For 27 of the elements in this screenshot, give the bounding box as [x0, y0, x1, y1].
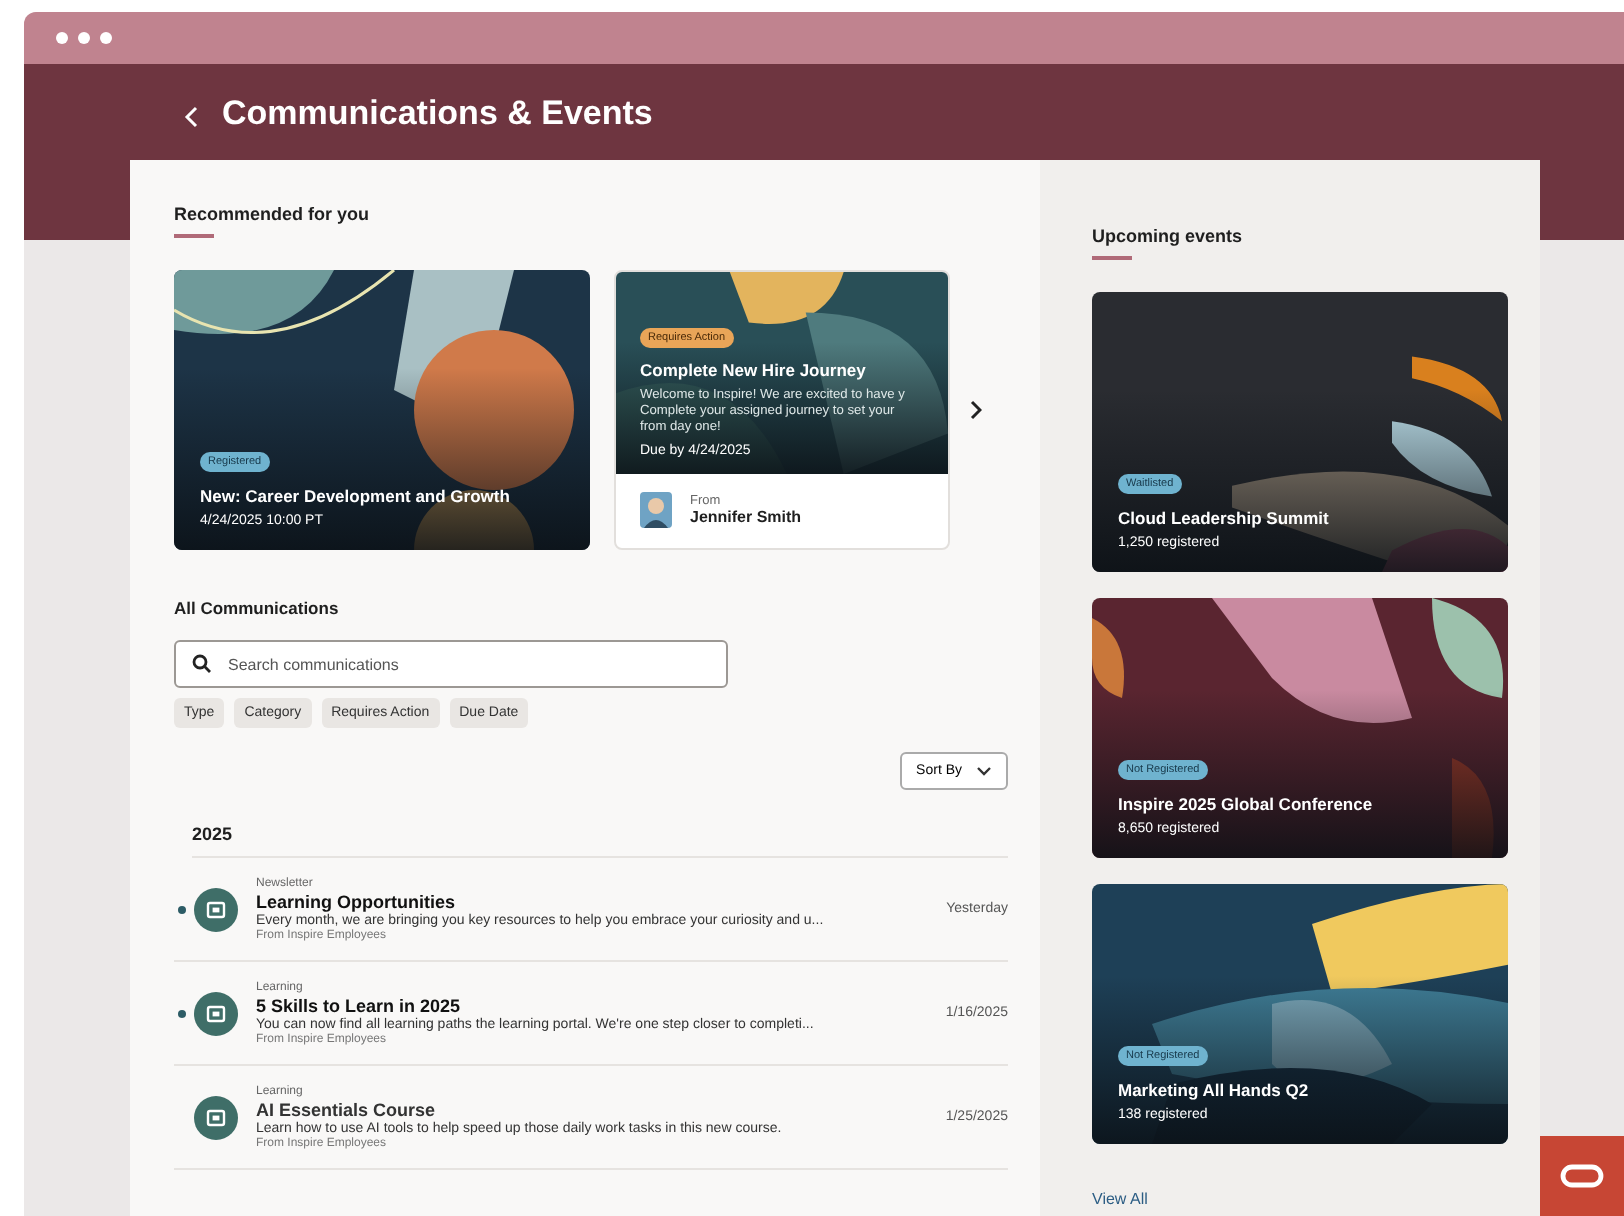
section-heading: All Communications	[174, 598, 341, 618]
event-title: Marketing All Hands Q2	[1118, 1080, 1309, 1100]
back-chevron-icon[interactable]	[184, 106, 198, 128]
event-title: Cloud Leadership Summit	[1118, 508, 1329, 528]
event-title: Inspire 2025 Global Conference	[1118, 794, 1373, 814]
page-title: Communications & Events	[222, 94, 653, 134]
message-icon	[194, 887, 238, 931]
card-title: Complete New Hire Journey	[640, 360, 866, 380]
item-title: AI Essentials Course	[256, 1099, 438, 1119]
search-field[interactable]: Search communications	[174, 640, 728, 688]
section-heading: Upcoming events	[1092, 226, 1245, 246]
assistant-button[interactable]	[1540, 1136, 1624, 1216]
avatar-icon	[640, 492, 672, 528]
message-icon	[194, 1095, 238, 1139]
view-all-link[interactable]: View All	[1092, 1190, 1148, 1208]
section-heading: Recommended for you	[174, 204, 372, 224]
search-icon	[192, 654, 212, 674]
group-heading: 2025	[192, 824, 1008, 858]
window-dots-icon	[56, 32, 116, 44]
caret-icon	[976, 766, 992, 776]
card-title: New: Career Development and Growth	[200, 486, 510, 506]
sender-name: Jennifer Smith	[690, 508, 802, 526]
rounded-ring-icon	[1560, 1164, 1604, 1188]
message-icon	[194, 991, 238, 1035]
item-title: Learning Opportunities	[256, 891, 458, 911]
item-title: 5 Skills to Learn in 2025	[256, 995, 463, 1015]
next-chevron-icon[interactable]	[970, 400, 982, 420]
